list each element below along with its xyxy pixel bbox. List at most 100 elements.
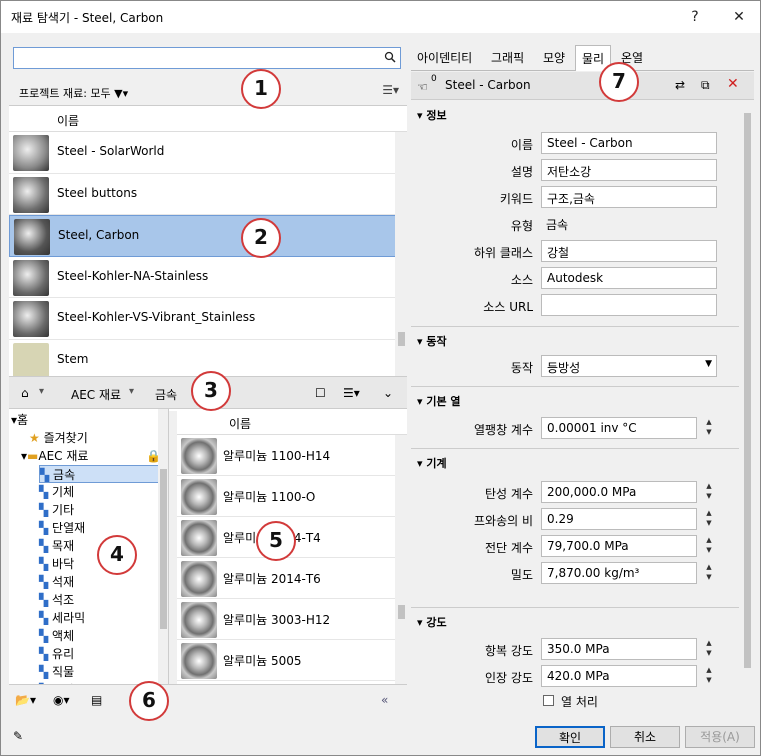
poisson-field[interactable]: 0.29 [541,508,697,530]
panel-toggle-icon[interactable]: ☐ [315,386,326,400]
tree-category[interactable]: ▚ 금속 [39,465,159,483]
cancel-button[interactable]: 취소 [610,726,680,748]
scroll-thumb[interactable] [398,605,405,619]
material-row[interactable]: Steel, Carbon [9,215,407,257]
tree-root[interactable]: ▾홈 [11,411,28,429]
library-row[interactable]: 알루미늄 2014-T6 [177,558,407,599]
library-scrollbar[interactable] [395,435,407,684]
tree-category[interactable]: ▚ 석재 [39,573,74,591]
material-list-scrollbar[interactable] [395,132,407,411]
manage-library-icon[interactable]: 📂▾ [15,693,36,707]
library-row[interactable]: 알루미늄 3003-H12 [177,599,407,640]
material-swatch [14,219,50,255]
tree-scrollbar[interactable] [158,409,168,684]
callout-2: 2 [241,218,281,258]
source-field[interactable]: Autodesk [541,267,717,289]
category-label: 기체 [52,485,75,499]
filter-icon[interactable]: ▼▾ [114,87,128,100]
duplicate-asset-icon[interactable]: ⧉ [701,78,710,93]
tensile-spinner[interactable]: ▲ ▼ [701,665,717,687]
tab-appearance[interactable]: 모양 [543,49,565,66]
subclass-field[interactable]: 강철 [541,240,717,262]
shear-spinner[interactable]: ▲ ▼ [701,535,717,557]
expansion-spinner[interactable]: ▲ ▼ [701,417,717,439]
shear-field[interactable]: 79,700.0 MPa [541,535,697,557]
density-spinner[interactable]: ▲ ▼ [701,562,717,584]
material-swatch [13,301,49,337]
tree-category[interactable]: ▚ 유리 [39,645,74,663]
heat-treatment-label: 열 처리 [561,695,598,709]
material-editor-icon[interactable]: ▤ [91,693,102,707]
tree-category[interactable]: ▚ 바닥 [39,555,74,573]
scroll-thumb[interactable] [744,113,751,668]
breadcrumb-aec[interactable]: AEC 재료 [71,386,121,403]
young-field[interactable]: 200,000.0 MPa [541,481,697,503]
keyword-label: 키워드 [499,192,533,206]
chevron-down-icon[interactable]: ▾ [39,386,44,397]
url-field[interactable] [541,294,717,316]
tree-category[interactable]: ▚ 석조 [39,591,74,609]
tree-category[interactable]: ▚ 기타 [39,501,74,519]
view-options-button[interactable]: ☰▾ [382,83,399,97]
help-button[interactable]: ? [679,4,711,30]
category-icon: ▚ [39,521,53,535]
library-swatch [181,479,217,515]
poisson-spinner[interactable]: ▲ ▼ [701,508,717,530]
material-row[interactable]: Steel-Kohler-NA-Stainless [9,257,407,298]
close-button[interactable]: ✕ [723,4,755,30]
material-row[interactable]: Steel buttons [9,174,407,215]
keyword-field[interactable]: 구조,금속 [541,186,717,208]
tree-category[interactable]: ▚ 액체 [39,627,74,645]
tree-category[interactable]: ▚ 단열재 [39,519,85,537]
apply-button[interactable]: 적용(A) [685,726,755,748]
chevron-down-icon[interactable]: ▾ [129,386,134,397]
tab-graphics[interactable]: 그래픽 [491,49,524,66]
tree-category[interactable]: ▚ 기체 [39,483,74,501]
library-column-header[interactable]: 이름 [177,409,407,435]
material-row[interactable]: Steel - SolarWorld [9,132,407,174]
collapse-left-icon[interactable]: « [381,693,388,707]
collapse-icon[interactable]: ⌄ [383,386,393,400]
settings-icon[interactable]: ✎ [13,729,23,743]
tree-category[interactable]: ▚ 목재 [39,537,74,555]
section-mechanical[interactable]: ▾ 기계 [417,455,447,471]
material-row[interactable]: Steel-Kohler-VS-Vibrant_Stainless [9,298,407,340]
section-behavior[interactable]: ▾ 동작 [417,333,447,349]
breadcrumb-metal[interactable]: 금속 [155,386,177,403]
ok-button[interactable]: 확인 [535,726,605,748]
replace-asset-icon[interactable]: ⇄ [675,78,685,92]
library-swatch [181,643,217,679]
density-field[interactable]: 7,870.00 kg/m³ [541,562,697,584]
property-scrollbar[interactable] [741,101,753,713]
behavior-select[interactable]: 등방성 ▼ [541,355,717,377]
tree-favorites[interactable]: ★ 즐겨찾기 [29,429,88,447]
divider [411,326,739,327]
search-icon[interactable] [384,51,396,66]
home-icon[interactable]: ⌂ [21,386,29,400]
search-input[interactable] [13,47,401,69]
remove-asset-icon[interactable]: ✕ [727,76,739,92]
library-row[interactable]: 알루미늄 1100-O [177,476,407,517]
name-field[interactable]: Steel - Carbon [541,132,717,154]
desc-field[interactable]: 저탄소강 [541,159,717,181]
library-row[interactable]: 알루미늄 5005 [177,640,407,681]
tensile-field[interactable]: 420.0 MPa [541,665,697,687]
section-thermal[interactable]: ▾ 기본 열 [417,393,461,409]
list-view-icon[interactable]: ☰▾ [343,386,360,400]
library-row[interactable]: 알루미늄 1100-H14 [177,435,407,476]
yield-spinner[interactable]: ▲ ▼ [701,638,717,660]
heat-treatment-checkbox[interactable] [543,695,554,706]
create-material-icon[interactable]: ◉▾ [53,693,70,707]
tree-category[interactable]: ▚ 직물 [39,663,74,681]
yield-field[interactable]: 350.0 MPa [541,638,697,660]
material-column-header[interactable]: 이름 [9,106,407,132]
tab-identity[interactable]: 아이덴티티 [417,49,472,66]
tree-library[interactable]: ▾▬AEC 재료 🔒 [21,447,161,465]
young-spinner[interactable]: ▲ ▼ [701,481,717,503]
scroll-thumb[interactable] [398,332,405,346]
project-filter[interactable]: 프로젝트 재료: 모두 ▼▾ [19,85,128,101]
section-strength[interactable]: ▾ 강도 [417,614,447,630]
tree-category[interactable]: ▚ 세라믹 [39,609,85,627]
section-info[interactable]: ▾ 정보 [417,107,447,123]
expansion-field[interactable]: 0.00001 inv °C [541,417,697,439]
